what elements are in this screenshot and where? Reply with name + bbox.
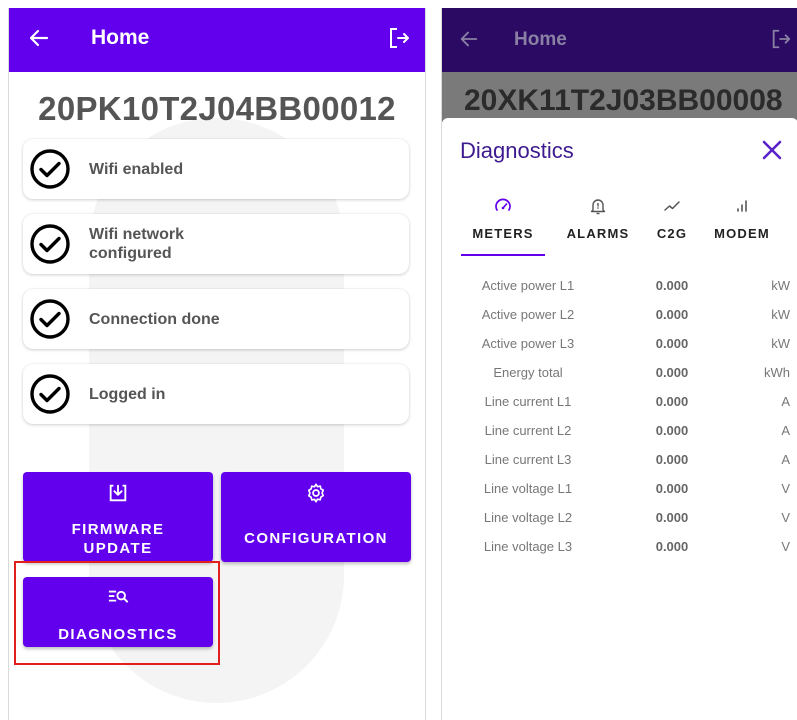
status-label: Wifi enabled xyxy=(89,160,184,178)
status-card-wifi-enabled: Wifi enabled xyxy=(23,139,409,199)
download-box-icon xyxy=(109,484,127,502)
meter-name: Line current L1 xyxy=(484,394,572,409)
app-bar: Home xyxy=(9,8,425,72)
bell-alert-icon xyxy=(590,199,606,215)
diagnostics-dialog: Diagnostics METERS ALARMS C2G MODEM Acti… xyxy=(442,118,797,720)
meter-name: Line voltage L3 xyxy=(483,539,573,554)
tab-alarms[interactable]: ALARMS xyxy=(554,196,642,258)
status-label: Wifi network configured xyxy=(89,226,184,262)
meter-name: Active power L1 xyxy=(481,278,575,293)
gear-icon xyxy=(307,483,325,503)
device-serial-number: 20PK10T2J04BB00012 xyxy=(38,90,396,127)
dimmed-app-bar: Home xyxy=(442,8,797,72)
meter-unit: kW xyxy=(771,307,790,322)
meter-name: Active power L3 xyxy=(481,336,575,351)
meter-unit: A xyxy=(781,452,790,467)
device-serial-number: 20XK11T2J03BB00008 xyxy=(464,84,783,117)
meter-name: Line current L3 xyxy=(484,452,572,467)
check-circle-icon xyxy=(30,299,70,339)
highlight-box xyxy=(14,561,220,665)
meter-value: 0.000 xyxy=(655,278,689,293)
meter-value: 0.000 xyxy=(655,365,689,380)
dialog-title: Diagnostics xyxy=(460,138,574,163)
status-label: Connection done xyxy=(89,310,220,328)
firmware-update-label: FIRMWARE UPDATE xyxy=(71,521,165,557)
dimmed-serial-band: 20XK11T2J03BB00008 xyxy=(442,72,797,122)
tab-meters[interactable]: METERS xyxy=(461,196,545,258)
selected-tab-indicator xyxy=(461,254,545,256)
diagnostics-screen: Home 20XK11T2J03BB00008 Diagnostics METE… xyxy=(441,8,797,720)
meter-unit: kW xyxy=(771,278,790,293)
tab-label: C2G xyxy=(656,226,688,241)
meter-row: Energy total 0.000 kWh xyxy=(442,359,797,388)
meter-name: Line voltage L2 xyxy=(483,510,573,525)
tab-label: MODEM xyxy=(714,226,770,241)
meter-row: Line voltage L3 0.000 V xyxy=(442,533,797,562)
meter-row: Line current L2 0.000 A xyxy=(442,417,797,446)
tab-modem[interactable]: MODEM xyxy=(704,196,780,258)
meter-unit: V xyxy=(781,481,790,496)
meter-row: Line current L3 0.000 A xyxy=(442,446,797,475)
check-circle-icon xyxy=(30,224,70,264)
app-bar-title: Home xyxy=(91,26,150,49)
meter-value: 0.000 xyxy=(655,481,689,496)
meter-unit: A xyxy=(781,423,790,438)
meter-value: 0.000 xyxy=(655,539,689,554)
meter-name: Active power L2 xyxy=(481,307,575,322)
meter-value: 0.000 xyxy=(655,510,689,525)
meter-unit: kWh xyxy=(764,365,790,380)
meter-name: Line current L2 xyxy=(484,423,572,438)
meter-row: Active power L3 0.000 kW xyxy=(442,330,797,359)
meter-value: 0.000 xyxy=(655,394,689,409)
back-arrow-icon xyxy=(460,31,478,47)
configuration-label: CONFIGURATION xyxy=(244,530,388,547)
meter-name: Energy total xyxy=(493,365,563,380)
meter-unit: kW xyxy=(771,336,790,351)
meter-name: Line voltage L1 xyxy=(483,481,573,496)
meter-row: Line voltage L2 0.000 V xyxy=(442,504,797,533)
meter-unit: V xyxy=(781,510,790,525)
configuration-button[interactable]: CONFIGURATION xyxy=(221,472,411,562)
trend-line-icon xyxy=(664,201,680,211)
logout-icon xyxy=(772,29,791,49)
firmware-update-button[interactable]: FIRMWARE UPDATE xyxy=(23,472,213,562)
check-circle-icon xyxy=(30,374,70,414)
speedometer-icon xyxy=(495,198,511,211)
check-circle-icon xyxy=(30,149,70,189)
tab-label: ALARMS xyxy=(566,226,630,241)
logout-icon[interactable] xyxy=(387,26,411,50)
meter-unit: A xyxy=(781,394,790,409)
back-arrow-icon[interactable] xyxy=(27,26,51,50)
meter-row: Active power L2 0.000 kW xyxy=(442,301,797,330)
signal-bars-icon xyxy=(737,200,747,212)
status-card-connection-done: Connection done xyxy=(23,289,409,349)
status-label: Logged in xyxy=(89,385,166,403)
meter-row: Line voltage L1 0.000 V xyxy=(442,475,797,504)
status-card-wifi-network: Wifi network configured xyxy=(23,214,409,274)
close-icon[interactable] xyxy=(760,138,784,162)
tab-c2g[interactable]: C2G xyxy=(644,196,700,258)
meter-unit: V xyxy=(781,539,790,554)
tab-label: METERS xyxy=(472,226,534,241)
status-card-logged-in: Logged in xyxy=(23,364,409,424)
app-bar-title: Home xyxy=(514,29,567,50)
meter-value: 0.000 xyxy=(655,423,689,438)
meter-value: 0.000 xyxy=(655,336,689,351)
meter-value: 0.000 xyxy=(655,307,689,322)
meter-value: 0.000 xyxy=(655,452,689,467)
meter-row: Line current L1 0.000 A xyxy=(442,388,797,417)
meter-row: Active power L1 0.000 kW xyxy=(442,272,797,301)
